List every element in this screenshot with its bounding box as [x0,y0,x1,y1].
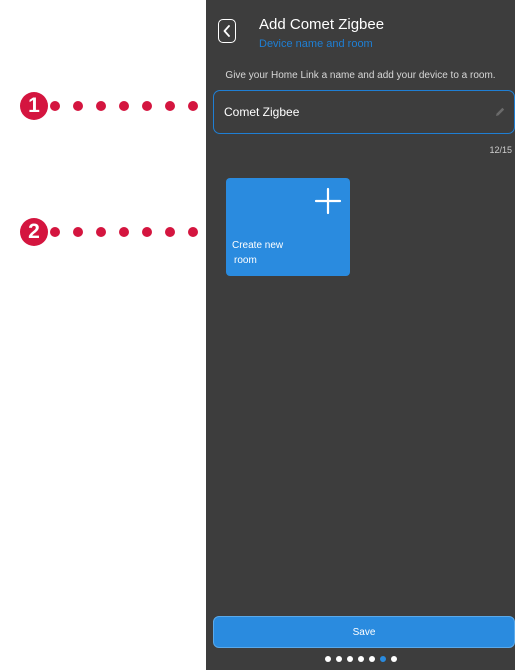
callout-number-2: 2 [20,218,48,246]
callout-dot [96,227,106,237]
callout-dot [188,101,198,111]
callout-dot [119,101,129,111]
chevron-left-icon [223,25,230,37]
device-name-value: Comet Zigbee [224,105,300,119]
page-title: Add Comet Zigbee [259,16,385,33]
page-subtitle: Device name and room [259,38,373,50]
callout-dot [96,101,106,111]
create-room-label: Create new room [232,238,322,268]
callout-dot [142,227,152,237]
step-dot-1 [324,656,331,662]
device-name-field[interactable]: Comet Zigbee [213,90,515,134]
create-room-label-line1: Create new [232,240,284,251]
callout-dot [188,227,198,237]
back-button[interactable] [218,19,236,43]
step-indicator [206,656,515,662]
plus-icon [314,187,342,215]
step-dot-2 [335,656,342,662]
callout-dot [165,101,175,111]
callout-dot [73,227,83,237]
callout-number-1: 1 [20,92,48,120]
pencil-icon[interactable] [494,106,506,118]
callout-dot [50,227,60,237]
create-room-tile[interactable]: Create new room [226,178,350,276]
callout-dot [142,101,152,111]
phone-screen: Add Comet Zigbee Device name and room Gi… [206,0,515,670]
create-room-label-line2: room [234,255,257,266]
callout-dot [119,227,129,237]
step-dot-6 [379,656,386,662]
step-dot-7 [390,656,397,662]
callout-dot [50,101,60,111]
callout-dot [73,101,83,111]
char-counter: 12/15 [489,145,512,155]
step-dot-5 [368,656,375,662]
step-dot-3 [346,656,353,662]
save-button[interactable]: Save [213,616,515,648]
callout-dot [165,227,175,237]
step-dot-4 [357,656,364,662]
instruction-text: Give your Home Link a name and add your … [225,70,496,81]
